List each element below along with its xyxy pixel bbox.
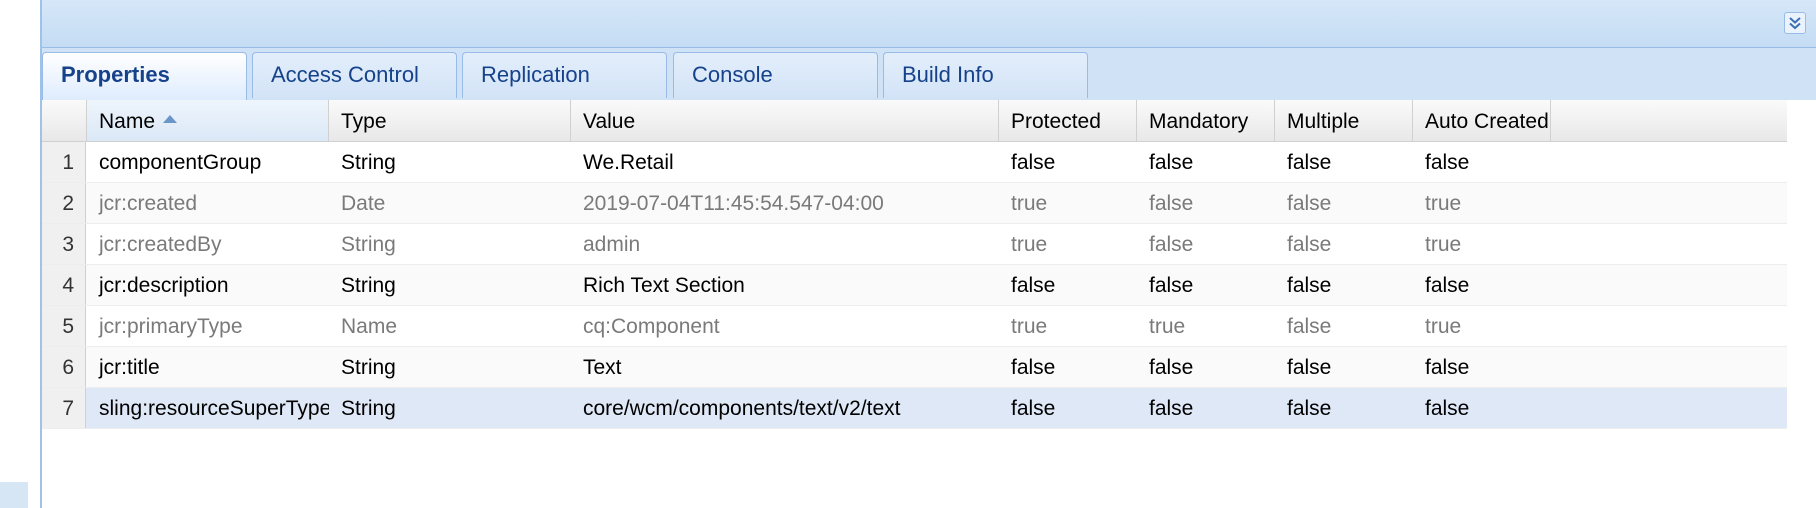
left-panel-strip bbox=[0, 0, 40, 508]
cell-auto-created: false bbox=[1425, 356, 1470, 379]
cell-value: cq:Component bbox=[583, 315, 720, 338]
cell-type: String bbox=[341, 356, 396, 379]
cell-name: jcr:description bbox=[99, 274, 229, 297]
cell-protected: true bbox=[1011, 233, 1048, 256]
cell-multiple: false bbox=[1287, 274, 1332, 297]
table-row[interactable]: 4 jcr:description String Rich Text Secti… bbox=[42, 265, 1787, 306]
tab-label: Build Info bbox=[902, 62, 994, 87]
table-row[interactable]: 6 jcr:title String Text false false fals… bbox=[42, 347, 1787, 388]
cell-protected: false bbox=[1011, 151, 1056, 174]
cell-auto-created: true bbox=[1425, 233, 1462, 256]
column-header-label: Protected bbox=[1011, 110, 1101, 133]
tab-replication[interactable]: Replication bbox=[462, 52, 667, 98]
cell-value: admin bbox=[583, 233, 641, 256]
cell-name: componentGroup bbox=[99, 151, 262, 174]
cell-auto-created: false bbox=[1425, 274, 1470, 297]
cell-type: String bbox=[341, 397, 396, 420]
cell-protected: false bbox=[1011, 397, 1056, 420]
row-number-header bbox=[42, 100, 87, 141]
table-row[interactable]: 5 jcr:primaryType Name cq:Component true… bbox=[42, 306, 1787, 347]
cell-protected: false bbox=[1011, 356, 1056, 379]
cell-auto-created: true bbox=[1425, 315, 1462, 338]
column-header-name[interactable]: Name bbox=[87, 100, 329, 141]
cell-name: jcr:createdBy bbox=[99, 233, 222, 256]
double-chevron-down-icon bbox=[1789, 17, 1801, 30]
cell-type: String bbox=[341, 233, 396, 256]
cell-type: Date bbox=[341, 192, 386, 215]
cell-mandatory: true bbox=[1149, 315, 1186, 338]
tab-build-info[interactable]: Build Info bbox=[883, 52, 1088, 98]
column-header-label: Name bbox=[99, 110, 156, 133]
cell-auto-created: false bbox=[1425, 151, 1470, 174]
tab-strip: Properties Access Control Replication Co… bbox=[42, 48, 1816, 102]
cell-name: sling:resourceSuperType bbox=[99, 397, 329, 420]
cell-multiple: false bbox=[1287, 356, 1332, 379]
cell-protected: true bbox=[1011, 315, 1048, 338]
cell-name: jcr:title bbox=[99, 356, 160, 379]
row-number: 5 bbox=[42, 306, 86, 346]
cell-auto-created: false bbox=[1425, 397, 1470, 420]
cell-multiple: false bbox=[1287, 233, 1332, 256]
cell-type: Name bbox=[341, 315, 398, 338]
cell-type: String bbox=[341, 151, 396, 174]
left-panel-scroll-indicator bbox=[0, 482, 28, 508]
table-row-selected[interactable]: 7 sling:resourceSuperType String core/wc… bbox=[42, 388, 1787, 429]
table-row[interactable]: 2 jcr:created Date 2019-07-04T11:45:54.5… bbox=[42, 183, 1787, 224]
cell-mandatory: false bbox=[1149, 192, 1194, 215]
collapse-panel-button[interactable] bbox=[1784, 12, 1806, 34]
row-number: 3 bbox=[42, 224, 86, 264]
column-header-type[interactable]: Type bbox=[329, 100, 571, 141]
column-header-label: Auto Created bbox=[1425, 110, 1549, 133]
row-number: 2 bbox=[42, 183, 86, 223]
row-number: 6 bbox=[42, 347, 86, 387]
table-row[interactable]: 1 componentGroup String We.Retail false … bbox=[42, 142, 1787, 183]
cell-multiple: false bbox=[1287, 192, 1332, 215]
cell-multiple: false bbox=[1287, 315, 1332, 338]
column-header-label: Value bbox=[583, 110, 636, 133]
cell-value: Rich Text Section bbox=[583, 274, 745, 297]
cell-value: Text bbox=[583, 356, 622, 379]
cell-value: 2019-07-04T11:45:54.547-04:00 bbox=[583, 192, 884, 215]
cell-value: We.Retail bbox=[583, 151, 674, 174]
cell-multiple: false bbox=[1287, 397, 1332, 420]
column-header-multiple[interactable]: Multiple bbox=[1275, 100, 1413, 141]
cell-auto-created: true bbox=[1425, 192, 1462, 215]
row-number: 4 bbox=[42, 265, 86, 305]
column-header-label: Multiple bbox=[1287, 110, 1360, 133]
tab-properties[interactable]: Properties bbox=[42, 52, 247, 100]
cell-value: core/wcm/components/text/v2/text bbox=[583, 397, 901, 420]
sort-ascending-icon bbox=[163, 115, 178, 124]
tab-label: Properties bbox=[61, 62, 170, 87]
cell-multiple: false bbox=[1287, 151, 1332, 174]
cell-mandatory: false bbox=[1149, 274, 1194, 297]
cell-protected: false bbox=[1011, 274, 1056, 297]
column-header-value[interactable]: Value bbox=[571, 100, 999, 141]
properties-panel-header bbox=[42, 0, 1816, 48]
tab-label: Replication bbox=[481, 62, 590, 87]
grid-header: Name Type Value Protected Mandatory Mult… bbox=[42, 100, 1787, 142]
tab-access-control[interactable]: Access Control bbox=[252, 52, 457, 98]
properties-grid: Name Type Value Protected Mandatory Mult… bbox=[42, 100, 1816, 508]
row-number: 7 bbox=[42, 388, 86, 428]
column-header-mandatory[interactable]: Mandatory bbox=[1137, 100, 1275, 141]
table-row[interactable]: 3 jcr:createdBy String admin true false … bbox=[42, 224, 1787, 265]
tab-console[interactable]: Console bbox=[673, 52, 878, 98]
column-header-label: Type bbox=[341, 110, 387, 133]
tab-label: Console bbox=[692, 62, 773, 87]
cell-protected: true bbox=[1011, 192, 1048, 215]
tab-label: Access Control bbox=[271, 62, 419, 87]
cell-mandatory: false bbox=[1149, 356, 1194, 379]
column-header-auto-created[interactable]: Auto Created bbox=[1413, 100, 1551, 141]
grid-body: 1 componentGroup String We.Retail false … bbox=[42, 142, 1787, 429]
cell-mandatory: false bbox=[1149, 151, 1194, 174]
row-number: 1 bbox=[42, 142, 86, 182]
column-header-label: Mandatory bbox=[1149, 110, 1249, 133]
cell-name: jcr:created bbox=[99, 192, 198, 215]
cell-type: String bbox=[341, 274, 396, 297]
cell-mandatory: false bbox=[1149, 397, 1194, 420]
cell-name: jcr:primaryType bbox=[99, 315, 243, 338]
column-header-protected[interactable]: Protected bbox=[999, 100, 1137, 141]
cell-mandatory: false bbox=[1149, 233, 1194, 256]
